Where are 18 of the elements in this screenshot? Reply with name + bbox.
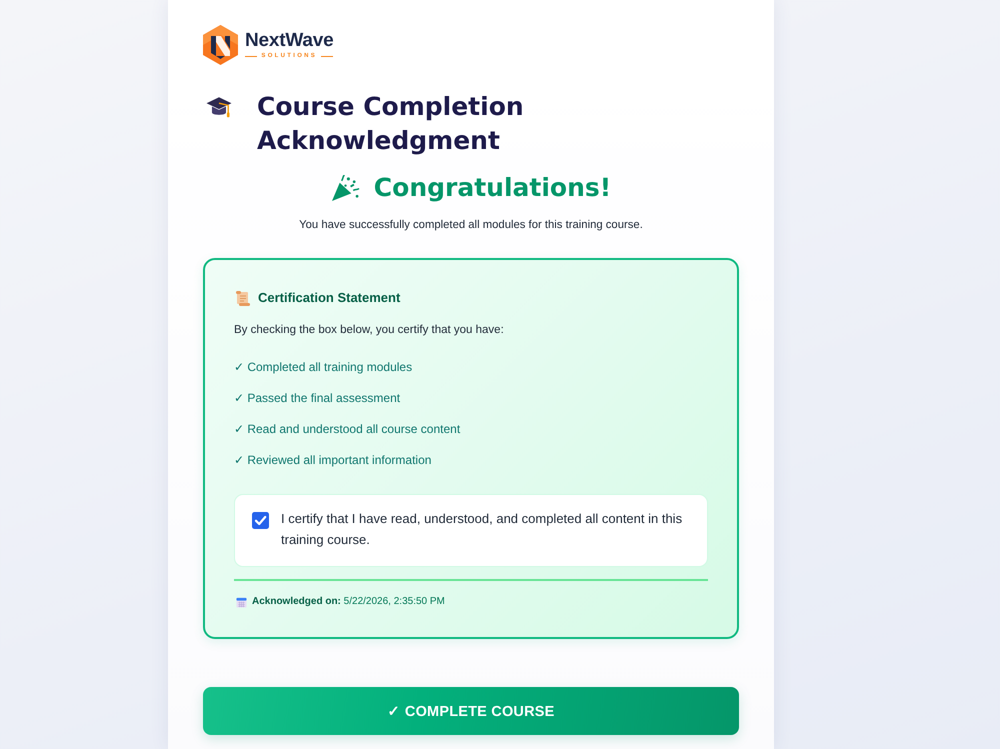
checklist-item: ✓ Passed the final assessment xyxy=(234,390,400,406)
certification-intro: By checking the box below, you certify that you have: xyxy=(234,323,505,338)
page-title: Course Completion Acknowledgment xyxy=(257,91,525,157)
checklist-item: ✓ Completed all training modules xyxy=(234,359,412,375)
checklist-item: ✓ Read and understood all course content xyxy=(234,421,460,437)
checklist-item: ✓ Reviewed all important information xyxy=(234,452,432,468)
party-popper-icon xyxy=(330,174,360,202)
acknowledged-timestamp: Acknowledged on: 5/22/2026, 2:35:50 PM xyxy=(252,595,445,609)
scroll-icon xyxy=(236,290,250,306)
brand-name: NextWave xyxy=(245,30,334,52)
checkbox[interactable] xyxy=(252,512,269,529)
complete-course-button[interactable]: ✓ COMPLETE COURSE xyxy=(203,687,739,735)
success-message: You have successfully completed all modules for this training course. xyxy=(298,218,644,233)
agreement-label: I certify that I have read, understood, and completed all content in this training course. xyxy=(281,510,684,549)
hexagon-logo-icon xyxy=(203,25,238,65)
calendar-icon xyxy=(236,596,247,608)
congratulations-heading: Congratulations! xyxy=(374,172,612,204)
certification-heading: Certification Statement xyxy=(258,289,400,307)
